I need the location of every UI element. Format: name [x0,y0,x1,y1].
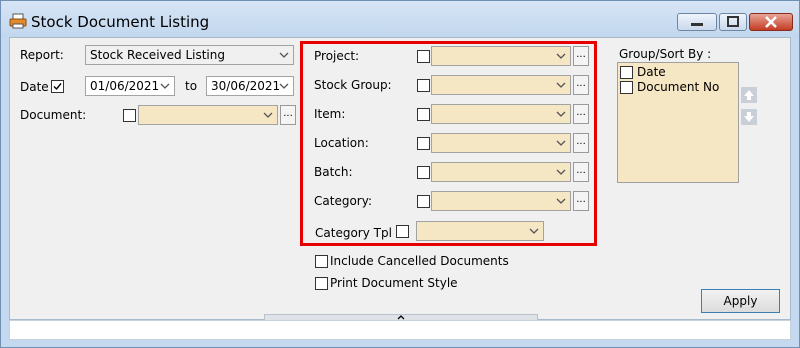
print-document-style-label[interactable]: Print Document Style [330,276,458,290]
minimize-button[interactable] [677,13,717,31]
apply-button[interactable]: Apply [701,289,780,313]
group-sort-item[interactable]: Date [620,65,736,80]
date-from-field[interactable]: 01/06/2021 [85,76,175,96]
document-browse-button[interactable]: ... [280,105,296,125]
restore-icon [727,16,739,27]
date-from-value: 01/06/2021 [90,79,160,93]
document-checkbox[interactable] [123,109,136,122]
date-to-value: 30/06/2021 [211,79,281,93]
report-label: Report: [20,48,64,62]
date-to-field[interactable]: 30/06/2021 [206,76,294,96]
print-document-style-checkbox[interactable] [315,277,328,290]
group-sort-item-checkbox[interactable] [620,66,633,79]
date-label: Date [20,80,49,94]
report-value: Stock Received Listing [90,48,225,62]
include-cancelled-label[interactable]: Include Cancelled Documents [330,254,509,268]
printer-icon [9,13,27,29]
chevron-down-icon [279,52,289,58]
document-label: Document: [20,108,87,122]
minimize-icon [691,23,703,26]
close-button[interactable] [749,13,793,31]
group-sort-label: Group/Sort By : [619,47,712,61]
dialog-window: Stock Document Listing Report: Stock Rec… [0,0,800,348]
restore-button[interactable] [719,13,747,31]
title-bar[interactable]: Stock Document Listing [1,1,799,37]
group-sort-list[interactable]: Date Document No [617,62,739,183]
arrow-up-icon[interactable] [741,87,757,103]
filter-highlight-box [300,41,597,246]
status-bar [9,320,791,340]
checkmark-icon [53,83,62,91]
chevron-down-icon [160,83,170,89]
group-sort-item[interactable]: Document No [620,80,736,95]
group-sort-item-label: Document No [637,80,720,94]
arrow-down-icon[interactable] [741,109,757,125]
chevron-down-icon [279,83,289,89]
window-title: Stock Document Listing [31,13,210,31]
report-select[interactable]: Stock Received Listing [85,45,294,65]
to-label: to [185,79,198,93]
document-select[interactable] [138,105,278,125]
include-cancelled-checkbox[interactable] [315,255,328,268]
close-icon [765,16,777,28]
chevron-down-icon [263,112,273,118]
group-sort-item-checkbox[interactable] [620,81,633,94]
date-checkbox[interactable] [51,80,64,93]
group-sort-item-label: Date [637,65,666,79]
